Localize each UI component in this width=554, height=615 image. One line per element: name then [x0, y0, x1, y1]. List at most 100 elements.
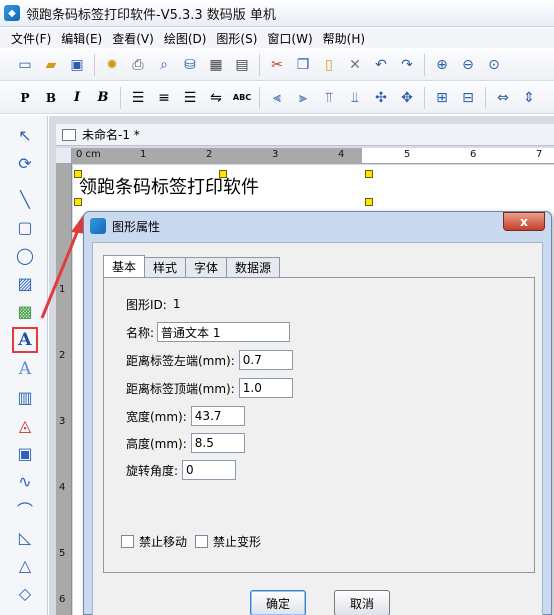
curve-tool-icon[interactable]: ∿: [12, 468, 38, 494]
rotate-icon[interactable]: ⟳: [12, 150, 38, 176]
bold-button[interactable]: B: [38, 86, 64, 110]
width-label: 宽度(mm):: [126, 409, 187, 424]
outline-text-tool-button[interactable]: A: [12, 356, 38, 382]
same-height-icon[interactable]: ⇕: [516, 86, 542, 110]
ok-button[interactable]: 确定: [250, 590, 306, 615]
menu-window[interactable]: 窗口(W): [262, 30, 317, 47]
ruler-top-label: 6: [470, 149, 477, 160]
canvas-text-object[interactable]: 领跑条码标签打印软件: [79, 173, 259, 199]
align-center-h-icon[interactable]: ✥: [394, 86, 420, 110]
redo-icon[interactable]: ↷: [394, 53, 420, 77]
ruler-left-label: 1: [59, 284, 66, 295]
resize-handle[interactable]: [74, 170, 82, 178]
open-folder-icon[interactable]: ▰: [38, 53, 64, 77]
top-offset-label: 距离标签顶端(mm):: [126, 381, 235, 396]
height-field[interactable]: 8.5: [190, 433, 245, 453]
align-left-icon[interactable]: ☰: [125, 86, 151, 110]
tab-font[interactable]: 字体: [185, 257, 228, 277]
settings-gear-icon[interactable]: ✹: [99, 53, 125, 77]
ruler-left-label: 6: [59, 594, 66, 605]
dialog-app-icon: [90, 218, 106, 234]
menu-file[interactable]: 文件(F): [6, 30, 56, 47]
menu-view[interactable]: 查看(V): [107, 30, 159, 47]
calculator-icon[interactable]: ▤: [229, 53, 255, 77]
char-spacing-icon[interactable]: ⇋: [203, 86, 229, 110]
format-toolbar: P B I B ☰ ≡ ☰ ⇋ ABC ⫷ ⫸ ⫪ ⫫ ✣ ✥ ⊞ ⊟ ⇔ ⇕: [0, 82, 554, 114]
qrcode-tool-icon[interactable]: ▣: [12, 440, 38, 466]
delete-icon[interactable]: ✕: [342, 53, 368, 77]
no-transform-checkbox[interactable]: 禁止变形: [195, 533, 261, 550]
distribute-h-icon[interactable]: ⊞: [429, 86, 455, 110]
line-tool-icon[interactable]: ╲: [12, 186, 38, 212]
same-width-icon[interactable]: ⇔: [490, 86, 516, 110]
grid-icon[interactable]: ▦: [203, 53, 229, 77]
align-center-v-icon[interactable]: ✣: [368, 86, 394, 110]
save-disk-icon[interactable]: ▣: [64, 53, 90, 77]
resize-handle[interactable]: [74, 198, 82, 206]
height-row: 高度(mm): 8.5: [126, 433, 245, 453]
triangle-tool-icon[interactable]: △: [12, 552, 38, 578]
distribute-v-icon[interactable]: ⊟: [455, 86, 481, 110]
top-offset-field[interactable]: 1.0: [238, 378, 293, 398]
toolbar-divider: [120, 86, 121, 109]
paste-icon[interactable]: ▯: [316, 53, 342, 77]
arc-tool-icon[interactable]: ⌒: [12, 496, 38, 522]
no-move-checkbox[interactable]: 禁止移动: [121, 533, 187, 550]
undo-icon[interactable]: ↶: [368, 53, 394, 77]
italic-button[interactable]: I: [64, 86, 90, 110]
left-offset-field[interactable]: 0.7: [238, 350, 293, 370]
text-tool-button[interactable]: A: [12, 327, 38, 353]
copy-icon[interactable]: ❐: [290, 53, 316, 77]
menu-edit[interactable]: 编辑(E): [56, 30, 107, 47]
rotation-field[interactable]: 0: [182, 460, 237, 480]
print-icon[interactable]: ⎙: [125, 53, 151, 77]
tool-palette: ↖ ⟳ ╲ ▢ ◯ ▨ ▩ A A ▥ ◬ ▣ ∿ ⌒ ◺ △ ◇: [0, 116, 48, 615]
align-objects-right-icon[interactable]: ⫸: [290, 86, 316, 110]
align-justify-icon[interactable]: ☰: [177, 86, 203, 110]
diamond-tool-icon[interactable]: ◇: [12, 580, 38, 606]
database-icon[interactable]: ⛁: [177, 53, 203, 77]
main-toolbar: ▭ ▰ ▣ ✹ ⎙ ⌕ ⛁ ▦ ▤ ✂ ❐ ▯ ✕ ↶ ↷ ⊕ ⊖ ⊙: [0, 49, 554, 81]
width-field[interactable]: 43.7: [190, 406, 245, 426]
menu-help[interactable]: 帮助(H): [318, 30, 370, 47]
document-tab[interactable]: 未命名-1 *: [56, 124, 554, 146]
align-objects-bottom-icon[interactable]: ⫫: [342, 86, 368, 110]
tab-basic[interactable]: 基本: [103, 255, 146, 277]
no-move-checkbox-box[interactable]: [121, 535, 134, 548]
menu-shape[interactable]: 图形(S): [211, 30, 262, 47]
bold-italic-button[interactable]: B: [90, 86, 116, 110]
barcode-tool-icon[interactable]: ▥: [12, 384, 38, 410]
cut-icon[interactable]: ✂: [264, 53, 290, 77]
no-transform-checkbox-box[interactable]: [195, 535, 208, 548]
name-field[interactable]: 普通文本 1: [157, 322, 291, 342]
menu-draw[interactable]: 绘图(D): [159, 30, 212, 47]
resize-handle[interactable]: [219, 170, 227, 178]
basic-tab-panel: 图形ID: 1 名称: 普通文本 1 距离标签左端(mm): 0.7 距离标签顶…: [103, 277, 535, 573]
new-window-icon[interactable]: ▭: [12, 53, 38, 77]
resize-handle[interactable]: [365, 170, 373, 178]
small-caps-button[interactable]: ABC: [229, 86, 255, 110]
align-center-icon[interactable]: ≡: [151, 86, 177, 110]
cancel-button[interactable]: 取消: [334, 590, 390, 615]
rounded-rect-tool-icon[interactable]: ▢: [12, 214, 38, 240]
shape-triangle-icon[interactable]: ◬: [12, 412, 38, 438]
zoom-in-icon[interactable]: ⊕: [429, 53, 455, 77]
zoom-out-icon[interactable]: ⊖: [455, 53, 481, 77]
shape-id-label: 图形ID:: [126, 297, 167, 312]
align-objects-top-icon[interactable]: ⫪: [316, 86, 342, 110]
tab-style[interactable]: 样式: [144, 257, 187, 277]
resize-handle[interactable]: [365, 198, 373, 206]
align-objects-left-icon[interactable]: ⫷: [264, 86, 290, 110]
toolbar-divider: [424, 53, 425, 76]
polyline-tool-icon[interactable]: ◺: [12, 524, 38, 550]
toolbar-divider: [259, 86, 260, 109]
select-arrow-icon[interactable]: ↖: [12, 122, 38, 148]
ellipse-tool-icon[interactable]: ◯: [12, 242, 38, 268]
picture-tool-icon[interactable]: ▩: [12, 298, 38, 324]
zoom-fit-icon[interactable]: ⊙: [481, 53, 507, 77]
tab-datasource[interactable]: 数据源: [226, 257, 281, 277]
print-preview-icon[interactable]: ⌕: [151, 53, 177, 77]
bold-p-button[interactable]: P: [12, 86, 38, 110]
close-button[interactable]: x: [503, 212, 545, 231]
image-tool-icon[interactable]: ▨: [12, 270, 38, 296]
